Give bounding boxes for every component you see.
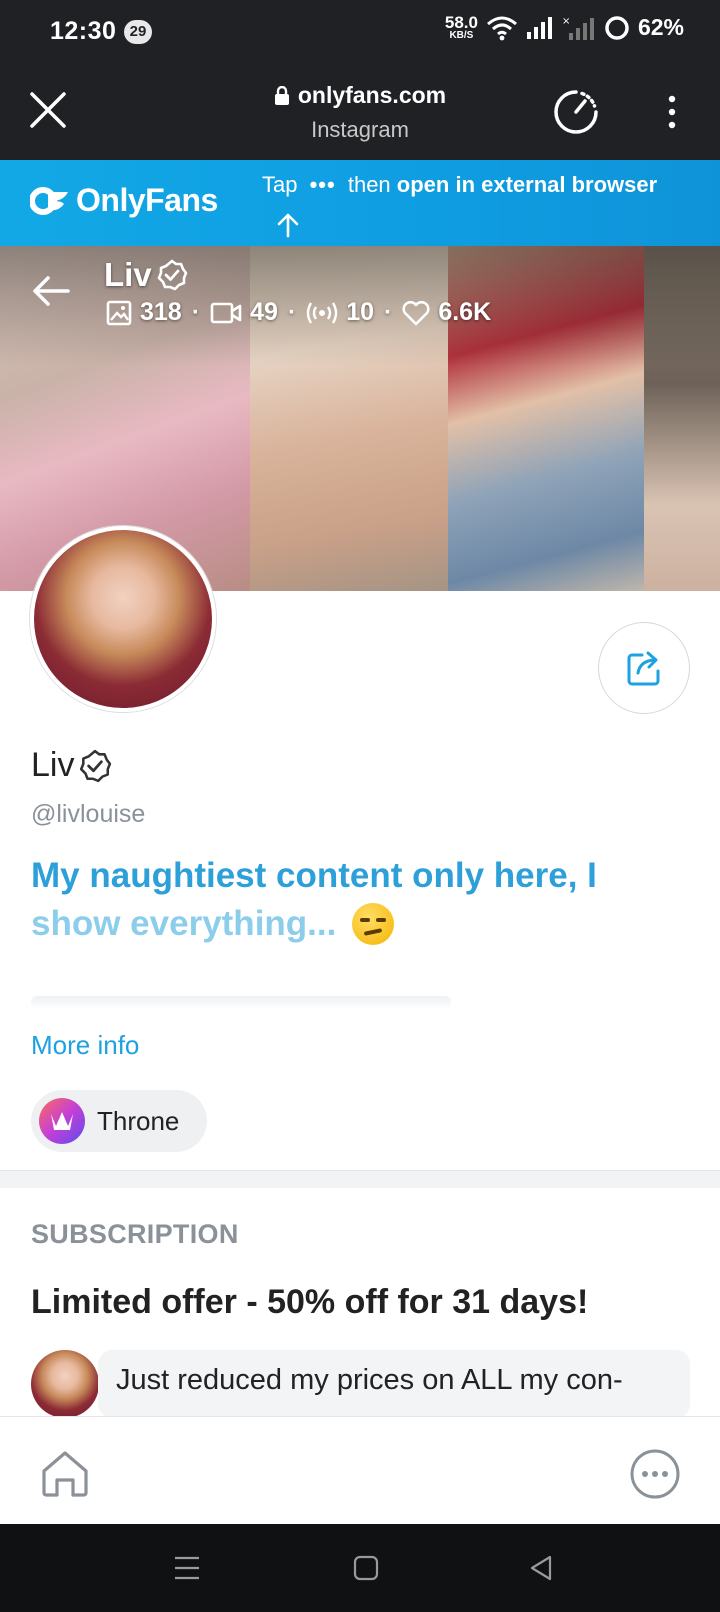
system-back-icon[interactable] [528,1554,554,1582]
arrow-left-icon[interactable] [32,274,70,308]
heart-icon [402,300,430,325]
stat-streams: 10 [306,298,374,327]
throne-icon [39,1098,85,1144]
profile-handle: @livlouise [31,800,146,828]
tip-dots: ••• [309,172,336,197]
offer-message-bubble: Just reduced my prices on ALL my con- [98,1350,690,1418]
signal-icon [526,16,552,39]
throne-label: Throne [97,1105,180,1136]
image-icon [106,300,132,325]
system-home-icon[interactable] [352,1554,380,1582]
network-speed-unit: KB/S [449,30,474,41]
subscription-heading: SUBSCRIPTION [31,1219,239,1249]
external-browser-banner: OnlyFans Tap ••• then open in external b… [0,160,720,246]
url-domain: onlyfans.com [297,82,447,108]
stat-separator: · [191,298,201,326]
system-nav-bar [0,1524,720,1612]
home-icon[interactable] [38,1447,92,1501]
stat-likes: 6.6K [402,298,491,327]
recents-icon[interactable] [174,1554,200,1582]
tip-middle: then [347,172,391,197]
more-horizontal-icon[interactable] [628,1447,682,1501]
profile-name-text: Liv [31,746,75,784]
url-domain-row: onlyfans.com [274,82,446,109]
bio-line-1: My naughtiest content only here, I [31,856,597,895]
subscription-offer: Limited offer - 50% off for 31 days! [31,1283,589,1321]
section-divider [0,1170,720,1188]
tip-bold: open in external browser [396,172,658,197]
stat-videos-count: 49 [250,298,278,326]
stat-videos: 49 [210,298,278,327]
onlyfans-logo-icon [30,186,68,215]
network-speed: 58.0 KB/S [445,14,478,41]
video-icon [210,302,242,323]
offer-message-text: Just reduced my prices on ALL my con- [116,1364,623,1396]
gauge-icon[interactable] [552,88,600,136]
banner-instruction: Tap ••• then open in external browser [262,172,657,198]
verified-icon [157,259,187,291]
battery-level: 62% [637,14,684,40]
bio-line-2-row: show everything... [31,900,671,948]
status-time: 12:30 [50,17,117,45]
cover-profile-name: Liv [104,256,188,294]
stat-likes-count: 6.6K [438,298,492,326]
signal-no-service-icon: × [562,16,594,40]
url-source: Instagram [311,116,409,142]
svg-text:×: × [562,16,570,27]
more-info-link[interactable]: More info [31,1030,139,1061]
cover-name-text: Liv [104,256,152,293]
profile-name: Liv [31,746,112,785]
share-icon [627,651,660,686]
stat-streams-count: 10 [346,298,374,326]
profile-bio: My naughtiest content only here, I show … [31,852,671,948]
verified-icon [80,749,112,782]
bio-truncated-fade [31,996,451,1010]
browser-toolbar: onlyfans.com Instagram [0,64,720,160]
bio-line-2: show everything... [31,904,337,943]
more-vertical-icon[interactable] [662,94,682,130]
wifi-icon [486,16,517,40]
app-bottom-nav [0,1416,720,1524]
stat-photos: 318 [106,298,182,327]
network-speed-value: 58.0 [444,13,478,32]
tip-prefix: Tap [262,172,298,197]
status-indicators: 58.0 KB/S × 62% [445,14,684,41]
throne-crown-icon [51,1112,73,1130]
onlyfans-brand: OnlyFans [76,182,218,218]
status-bar: 12:30 29 58.0 KB/S × 62% [0,0,720,64]
profile-avatar[interactable] [30,526,216,712]
url-display[interactable]: onlyfans.com Instagram [0,82,720,143]
share-button[interactable] [598,622,690,714]
stat-separator: · [384,298,393,326]
battery-ring-icon [605,15,629,40]
smirk-emoji-icon [352,903,395,945]
onlyfans-logo: OnlyFans [30,182,218,219]
lock-icon [274,85,289,105]
notification-badge: 29 [124,20,152,44]
throne-link-chip[interactable]: Throne [31,1090,207,1152]
cover-stats: 318 · 49 · 10 · 6.6K [106,298,491,327]
live-stream-icon [306,301,338,324]
arrow-up-icon [277,213,299,238]
offer-message-avatar [31,1350,99,1418]
stat-separator: · [287,298,297,326]
stat-photos-count: 318 [140,298,182,326]
